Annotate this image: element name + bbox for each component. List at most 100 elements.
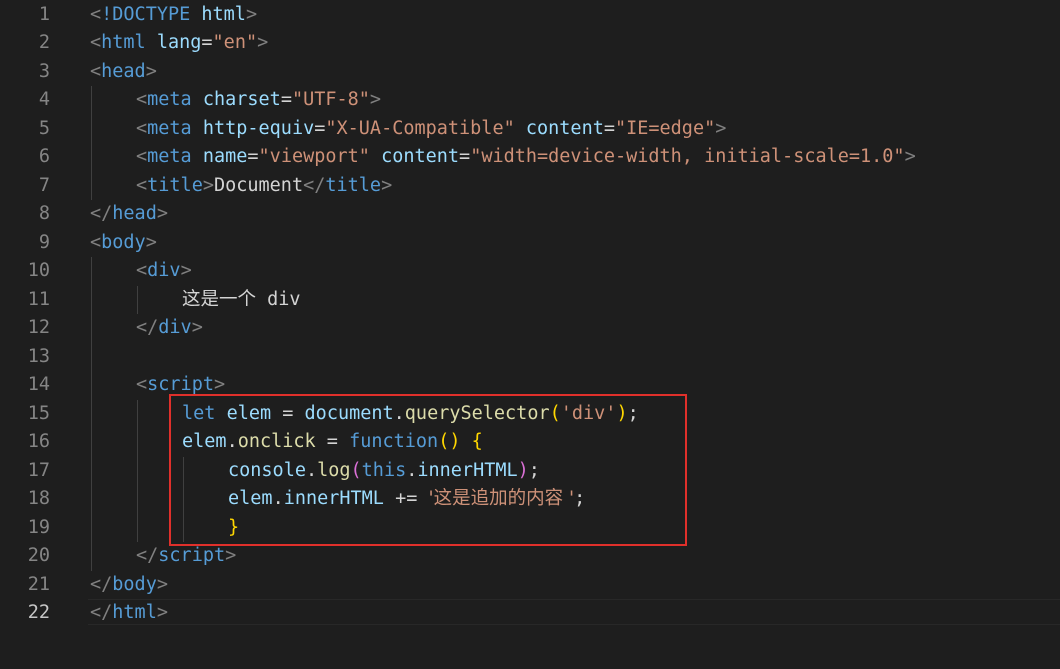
token: </ bbox=[90, 203, 113, 224]
token: > bbox=[145, 232, 157, 253]
token: < bbox=[136, 260, 148, 281]
token: = bbox=[280, 89, 292, 110]
token: < bbox=[136, 146, 148, 167]
token: > bbox=[145, 61, 157, 82]
code-line: </div> bbox=[136, 314, 203, 343]
line-number: 15 bbox=[27, 403, 50, 424]
token: > bbox=[225, 545, 237, 566]
line-number: 6 bbox=[38, 146, 50, 167]
token: "X-UA-Compatible" bbox=[325, 118, 515, 139]
line-number: 19 bbox=[27, 517, 50, 538]
token: div bbox=[158, 317, 192, 338]
token: = bbox=[247, 146, 259, 167]
token: > bbox=[156, 602, 168, 623]
code-line: <meta charset="UTF-8"> bbox=[136, 86, 381, 115]
line-number: 10 bbox=[27, 260, 50, 281]
line-number: 9 bbox=[38, 232, 50, 253]
code-line: <body> bbox=[90, 229, 157, 258]
token: "IE=edge" bbox=[614, 118, 716, 139]
token: script bbox=[158, 545, 226, 566]
token: meta bbox=[147, 146, 192, 167]
token: > bbox=[156, 574, 168, 595]
code-line: <head> bbox=[90, 58, 157, 87]
token: < bbox=[90, 232, 102, 253]
token: head bbox=[101, 61, 146, 82]
code-line: <div> bbox=[136, 257, 192, 286]
code-line: <title>Document</title> bbox=[136, 172, 392, 201]
token: < bbox=[136, 118, 148, 139]
token: < bbox=[136, 89, 148, 110]
token: script bbox=[147, 374, 214, 395]
token: body bbox=[101, 232, 146, 253]
token: "viewport" bbox=[258, 146, 370, 167]
code-line: <html lang="en"> bbox=[90, 29, 268, 58]
token: html bbox=[101, 32, 146, 53]
token: > bbox=[245, 4, 258, 25]
token: "en" bbox=[212, 32, 258, 53]
token: > bbox=[213, 374, 226, 395]
line-number-gutter: 1 2 3 4 5 6 7 8 9 10 11 12 13 14 15 16 1… bbox=[0, 0, 60, 669]
token: "UTF-8" bbox=[291, 89, 370, 110]
line-number: 12 bbox=[27, 317, 50, 338]
token: = bbox=[314, 118, 326, 139]
token: </ bbox=[136, 317, 159, 338]
code-line: </html> bbox=[90, 599, 168, 628]
token: content bbox=[381, 146, 460, 167]
token: = bbox=[459, 146, 471, 167]
token: head bbox=[112, 203, 157, 224]
token: http-equiv bbox=[202, 118, 315, 139]
token: > bbox=[715, 118, 727, 139]
line-number: 8 bbox=[38, 203, 50, 224]
code-editor[interactable]: 1 2 3 4 5 6 7 8 9 10 11 12 13 14 15 16 1… bbox=[0, 0, 1060, 669]
token: < bbox=[136, 374, 148, 395]
token: </ bbox=[90, 602, 113, 623]
token: title bbox=[325, 175, 382, 196]
line-number: 20 bbox=[27, 545, 50, 566]
token: > bbox=[904, 146, 916, 167]
token: < bbox=[90, 61, 102, 82]
token: "width=device-width, initial-scale=1.0" bbox=[470, 146, 905, 167]
token: < bbox=[136, 175, 148, 196]
token: meta bbox=[147, 118, 192, 139]
code-line: <meta name="viewport" content="width=dev… bbox=[136, 143, 916, 172]
code-line: </body> bbox=[90, 571, 168, 600]
token: html bbox=[112, 602, 157, 623]
code-line: </script> bbox=[136, 542, 236, 571]
annotation-highlight-box bbox=[169, 394, 687, 546]
line-number: 17 bbox=[27, 460, 50, 481]
token: body bbox=[112, 574, 157, 595]
token: meta bbox=[147, 89, 192, 110]
line-number: 18 bbox=[27, 488, 50, 509]
line-number: 11 bbox=[27, 289, 50, 310]
token: title bbox=[147, 175, 203, 196]
code-line: <!DOCTYPE html> bbox=[90, 1, 257, 30]
token: Document bbox=[213, 175, 304, 196]
token: > bbox=[202, 175, 214, 196]
token: lang bbox=[156, 32, 202, 53]
token: name bbox=[202, 146, 248, 167]
token: div bbox=[256, 289, 301, 310]
code-line: </head> bbox=[90, 200, 168, 229]
line-number: 1 bbox=[38, 4, 50, 25]
line-number: 4 bbox=[38, 89, 50, 110]
token: content bbox=[525, 118, 604, 139]
line-number: 7 bbox=[38, 175, 50, 196]
token: 这是一个 bbox=[182, 289, 257, 310]
token: </ bbox=[136, 545, 159, 566]
token: > bbox=[369, 89, 382, 110]
token: = bbox=[201, 32, 213, 53]
code-line: <meta http-equiv="X-UA-Compatible" conte… bbox=[136, 115, 726, 144]
token: < bbox=[90, 32, 102, 53]
code-area[interactable]: <!DOCTYPE html> <html lang="en"> <head> … bbox=[90, 0, 1060, 669]
line-number: 3 bbox=[38, 61, 50, 82]
line-number: 2 bbox=[38, 32, 50, 53]
token: > bbox=[381, 175, 393, 196]
line-number: 13 bbox=[27, 346, 50, 367]
line-number: 5 bbox=[38, 118, 50, 139]
